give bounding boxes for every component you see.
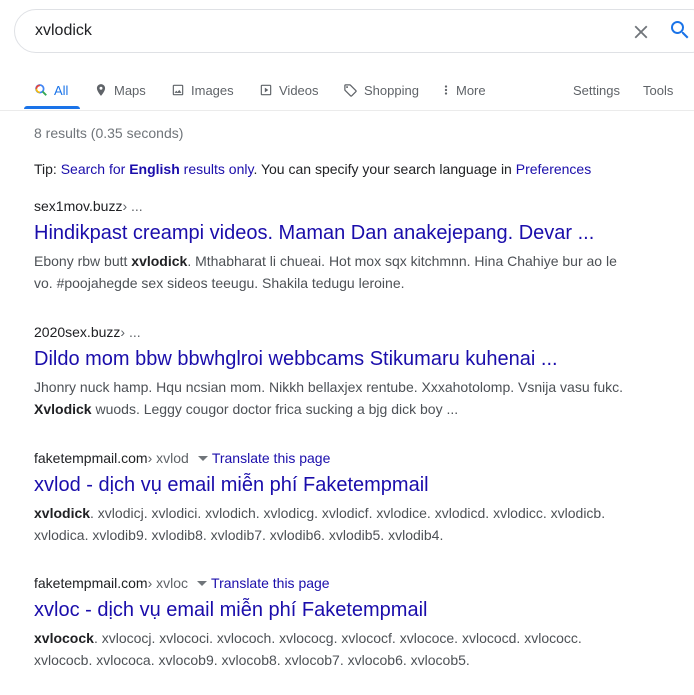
snippet-highlight: xvlocock <box>34 630 94 646</box>
snippet-highlight: xvlodick <box>131 253 188 269</box>
tab-more[interactable]: More <box>442 70 486 110</box>
tab-label: More <box>456 82 486 98</box>
tip-prefix: Tip: <box>34 161 61 177</box>
result-title[interactable]: xvloc - dịch vụ email miễn phí Faketempm… <box>34 597 634 623</box>
tag-icon <box>344 83 357 97</box>
video-icon <box>260 84 272 96</box>
tip-link-bold: English <box>129 161 180 177</box>
tab-maps[interactable]: Maps <box>94 70 146 110</box>
translate-page-link[interactable]: Translate this page <box>212 449 331 467</box>
tab-shopping[interactable]: Shopping <box>343 70 419 110</box>
result-breadcrumb: › ... <box>120 324 141 340</box>
result-snippet: xvlodick. xvlodicj. xvlodici. xvlodich. … <box>34 502 634 546</box>
result-domain[interactable]: faketempmail.com <box>34 574 148 592</box>
search-result: 2020sex.buzz › ... Dildo mom bbw bbwhglr… <box>34 323 634 420</box>
tab-label: Shopping <box>364 82 419 98</box>
tools-label: Tools <box>643 82 674 98</box>
image-icon <box>172 84 184 96</box>
result-url[interactable]: sex1mov.buzz › ... <box>34 197 634 215</box>
clear-search-icon[interactable] <box>630 21 652 43</box>
tab-label: All <box>54 82 69 98</box>
snippet-text: Ebony rbw butt <box>34 253 132 269</box>
search-icon[interactable] <box>668 18 692 42</box>
result-url: faketempmail.com › xvlod Translate this p… <box>34 449 634 467</box>
preferences-link[interactable]: Preferences <box>516 161 591 177</box>
tab-label: Images <box>191 82 234 98</box>
snippet-highlight: Xvlodick <box>34 401 92 417</box>
snippet-text: . xvlococj. xvlococi. xvlococh. xvlococg… <box>34 630 582 668</box>
chevron-down-icon[interactable] <box>197 580 208 586</box>
snippet-highlight: xvlodick <box>34 505 91 521</box>
active-tab-indicator <box>24 106 80 109</box>
result-title[interactable]: Hindikpast creampi videos. Maman Dan ana… <box>34 220 634 246</box>
result-url[interactable]: 2020sex.buzz › ... <box>34 323 634 341</box>
search-result: sex1mov.buzz › ... Hindikpast creampi vi… <box>34 197 634 294</box>
header-divider <box>0 110 694 111</box>
english-only-link[interactable]: Search for English results only <box>61 161 254 177</box>
search-icon <box>35 84 47 96</box>
search-result: faketempmail.com › xvlod Translate this p… <box>34 449 634 546</box>
search-result: faketempmail.com › xvloc Translate this p… <box>34 574 634 671</box>
snippet-text: wuods. Leggy cougor doctor frica sucking… <box>91 401 459 417</box>
translate-page-link[interactable]: Translate this page <box>211 574 330 592</box>
tab-label: Maps <box>114 82 146 98</box>
tab-videos[interactable]: Videos <box>259 70 319 110</box>
result-snippet: xvlocock. xvlococj. xvlococi. xvlococh. … <box>34 627 634 671</box>
snippet-text: Jhonry nuck hamp. Hqu ncsian mom. Nikkh … <box>34 379 624 395</box>
language-tip: Tip: Search for English results only. Yo… <box>34 161 591 177</box>
result-breadcrumb: › xvlod <box>147 450 189 466</box>
tab-images[interactable]: Images <box>171 70 234 110</box>
result-title[interactable]: xvlod - dịch vụ email miễn phí Faketempm… <box>34 472 634 498</box>
chevron-down-icon[interactable] <box>197 455 208 461</box>
result-url: faketempmail.com › xvloc Translate this p… <box>34 574 634 592</box>
tools-link[interactable]: Tools <box>643 70 673 110</box>
search-bar <box>14 9 694 53</box>
result-stats: 8 results (0.35 seconds) <box>34 125 184 141</box>
search-input[interactable] <box>35 10 595 52</box>
tab-all[interactable]: All <box>34 70 68 110</box>
tip-link-text-1: Search for <box>60 161 130 177</box>
more-vert-icon <box>444 85 448 95</box>
result-title[interactable]: Dildo mom bbw bbwhglroi webbcams Stikuma… <box>34 346 634 372</box>
tab-label: Videos <box>279 82 319 98</box>
result-domain: 2020sex.buzz <box>34 324 121 340</box>
result-snippet: Jhonry nuck hamp. Hqu ncsian mom. Nikkh … <box>34 376 634 420</box>
tip-middle: . You can specify your search language i… <box>253 161 516 177</box>
result-domain: sex1mov.buzz <box>34 198 123 214</box>
result-domain[interactable]: faketempmail.com <box>34 449 148 467</box>
result-snippet: Ebony rbw butt xvlodick. Mthabharat li c… <box>34 250 634 294</box>
snippet-text: . xvlodicj. xvlodici. xvlodich. xvlodicg… <box>34 505 606 543</box>
search-tabs: All Maps Images Videos Shopping More Set… <box>0 70 694 110</box>
map-pin-icon <box>96 84 106 96</box>
result-breadcrumb: › xvloc <box>147 575 189 591</box>
settings-link[interactable]: Settings <box>573 70 620 110</box>
tip-link-text-2: results only <box>179 161 254 177</box>
settings-label: Settings <box>573 82 620 98</box>
result-breadcrumb: › ... <box>122 198 143 214</box>
